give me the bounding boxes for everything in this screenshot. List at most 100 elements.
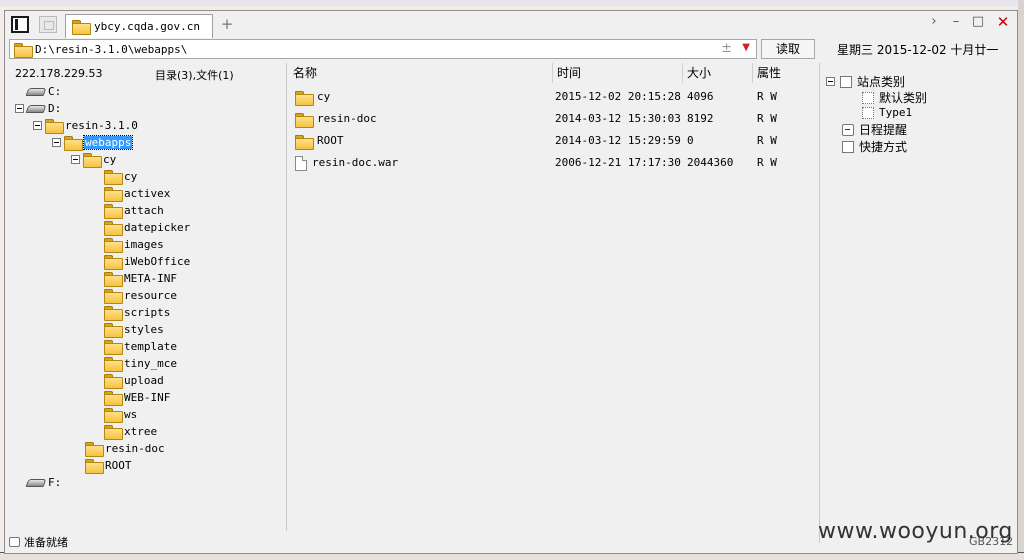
drive-icon (25, 104, 47, 113)
reminders-item[interactable]: 日程提醒 (842, 121, 907, 138)
date: 2015-12-02 (876, 43, 947, 57)
shortcuts-item[interactable]: 快捷方式 (842, 138, 907, 155)
file-attr: R W (757, 112, 777, 125)
category-icon (862, 91, 874, 104)
folder-icon (295, 134, 314, 150)
file-list-panel: 名称 时间 大小 属性 cy 2015-12-02 20:15:28 4096 … (289, 63, 817, 531)
tree-node[interactable]: styles (104, 321, 164, 338)
file-time: 2014-03-12 15:30:03 (555, 112, 681, 125)
maximize-button[interactable]: □ (971, 15, 985, 29)
tree-node[interactable]: resin-3.1.0 (33, 117, 138, 134)
file-size: 8192 (687, 112, 714, 125)
tree-node[interactable]: iWebOffice (104, 253, 190, 270)
file-size: 2044360 (687, 156, 734, 169)
collapse-icon[interactable] (52, 138, 61, 147)
column-header-name[interactable]: 名称 (289, 63, 553, 83)
dir-file-count: 目录(3),文件(1) (155, 69, 234, 82)
tree-node[interactable]: ROOT (85, 457, 132, 474)
file-attr: R W (757, 134, 777, 147)
plus-minus-icon[interactable]: ± (721, 41, 732, 56)
file-name: resin-doc (295, 109, 377, 129)
site-category-panel: 站点类别 默认类别 Type1 日程提醒 快捷方式 (819, 63, 1017, 543)
drive-icon (25, 478, 47, 487)
tree-node[interactable]: resin-doc (85, 440, 165, 457)
chevron-right-icon[interactable]: › (927, 15, 941, 29)
column-header-size[interactable]: 大小 (683, 63, 753, 83)
folder-icon (295, 90, 314, 106)
add-tab-button[interactable]: + (219, 16, 235, 32)
column-header-time[interactable]: 时间 (553, 63, 683, 83)
tree-node[interactable]: cy (71, 151, 116, 168)
file-icon (295, 155, 307, 171)
folder-icon (14, 42, 33, 58)
tree-node[interactable]: META-INF (104, 270, 177, 287)
tree-node[interactable]: D: (15, 100, 61, 117)
folder-icon (104, 238, 123, 253)
tree-node[interactable]: attach (104, 202, 164, 219)
read-button[interactable]: 读取 (761, 39, 815, 59)
tree-node[interactable]: xtree (104, 423, 157, 440)
tree-node[interactable]: resource (104, 287, 177, 304)
tree-node[interactable]: ws (104, 406, 137, 423)
tree-node[interactable]: tiny_mce (104, 355, 177, 372)
file-attr: R W (757, 156, 777, 169)
folder-icon (64, 136, 83, 151)
collapse-icon[interactable] (826, 77, 835, 86)
minimize-button[interactable]: – (949, 15, 963, 29)
tree-node[interactable]: datepicker (104, 219, 190, 236)
folder-icon (104, 255, 123, 270)
background-strip (0, 0, 1024, 6)
tree-node[interactable]: F: (15, 474, 61, 491)
sidebar-toggle-icon[interactable] (11, 16, 29, 33)
tree-node[interactable]: scripts (104, 304, 170, 321)
tree-node[interactable]: activex (104, 185, 170, 202)
file-name: cy (295, 87, 330, 107)
tree-node[interactable]: template (104, 338, 177, 355)
column-header-attr[interactable]: 属性 (753, 63, 817, 83)
category-root[interactable]: 站点类别 (826, 73, 905, 90)
blank-tab-icon[interactable] (39, 16, 57, 33)
folder-icon (104, 289, 123, 304)
file-attr: R W (757, 90, 777, 103)
category-item[interactable]: Type1 (862, 106, 912, 119)
tree-node[interactable]: images (104, 236, 164, 253)
folder-icon (85, 442, 104, 457)
table-row[interactable]: resin-doc.war 2006-12-21 17:17:30 204436… (289, 153, 817, 173)
folder-icon (104, 187, 123, 202)
tree-node[interactable]: C: (15, 83, 61, 100)
tree-node[interactable]: cy (104, 168, 137, 185)
table-row[interactable]: cy 2015-12-02 20:15:28 4096 R W (289, 87, 817, 107)
tab-site[interactable]: ybcy.cqda.gov.cn (65, 14, 213, 38)
tab-bar: ybcy.cqda.gov.cn + › – □ ✕ (5, 11, 1017, 38)
file-time: 2015-12-02 20:15:28 (555, 90, 681, 103)
folder-icon (104, 306, 123, 321)
tree-node[interactable]: webapps (52, 134, 134, 151)
folder-icon (45, 119, 64, 134)
tab-label: ybcy.cqda.gov.cn (94, 20, 200, 33)
collapse-icon[interactable] (15, 104, 24, 113)
table-row[interactable]: ROOT 2014-03-12 15:29:59 0 R W (289, 131, 817, 151)
collapse-icon[interactable] (71, 155, 80, 164)
collapse-icon[interactable] (33, 121, 42, 130)
folder-icon (104, 408, 123, 423)
file-name: ROOT (295, 131, 344, 151)
window-controls: › – □ ✕ (927, 15, 1013, 30)
category-icon (862, 106, 874, 119)
background-edge (1018, 0, 1024, 560)
chevron-down-icon[interactable]: ▼ (742, 42, 750, 53)
address-bar[interactable]: D:\resin-3.1.0\webapps\ ± ▼ (9, 39, 757, 59)
folder-icon (104, 374, 123, 389)
folder-icon (104, 323, 123, 338)
close-button[interactable]: ✕ (993, 15, 1013, 30)
folder-icon (104, 357, 123, 372)
tree-node[interactable]: upload (104, 372, 164, 389)
drive-icon (25, 87, 47, 96)
table-row[interactable]: resin-doc 2014-03-12 15:30:03 8192 R W (289, 109, 817, 129)
category-item[interactable]: 默认类别 (862, 89, 927, 106)
file-name: resin-doc.war (295, 153, 398, 173)
host-ip: 222.178.229.53 (15, 67, 103, 80)
tree-node[interactable]: WEB-INF (104, 389, 170, 406)
address-path[interactable]: D:\resin-3.1.0\webapps\ (35, 43, 187, 56)
folder-icon (104, 221, 123, 236)
file-size: 4096 (687, 90, 714, 103)
